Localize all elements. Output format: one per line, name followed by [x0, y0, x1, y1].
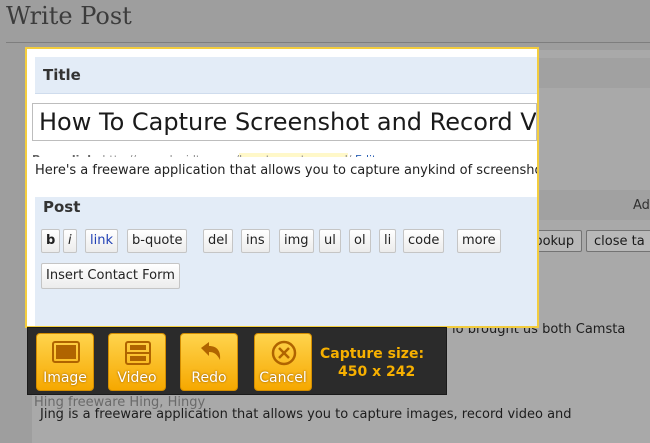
capture-size-label: Capture size:	[320, 346, 425, 362]
more-button[interactable]: more	[457, 229, 501, 253]
insert-contact-form-button[interactable]: Insert Contact Form	[41, 263, 180, 289]
img-button[interactable]: img	[279, 229, 314, 253]
capture-video-button[interactable]: Video	[108, 333, 166, 391]
capture-image-button[interactable]: Image	[36, 333, 94, 391]
dimmed-title-bar	[536, 58, 650, 88]
redo-button[interactable]: Redo	[180, 333, 238, 391]
post-content-textarea[interactable]: Here's a freeware application that allow…	[27, 157, 537, 197]
post-label: Post	[43, 198, 81, 216]
video-button-label: Video	[117, 370, 157, 386]
italic-button[interactable]: i	[63, 229, 77, 253]
post-section: Post b i link b-quote del ins img ul ol …	[35, 189, 537, 326]
del-button[interactable]: del	[203, 229, 233, 253]
capture-toolbar: Image Video Redo Cancel Capture size: 45…	[27, 327, 447, 395]
redo-icon	[201, 342, 221, 360]
cancel-button-label: Cancel	[259, 370, 307, 386]
link-button[interactable]: link	[85, 229, 118, 253]
ol-button[interactable]: ol	[349, 229, 371, 253]
video-icon	[125, 341, 151, 365]
dimmed-add-label: Ad	[633, 198, 650, 213]
cancel-button[interactable]: Cancel	[254, 333, 312, 391]
title-label: Title	[43, 66, 81, 84]
blockquote-button[interactable]: b-quote	[127, 229, 188, 253]
ins-button[interactable]: ins	[241, 229, 270, 253]
code-button[interactable]: code	[403, 229, 445, 253]
close-tags-button[interactable]: close ta	[586, 230, 650, 252]
capture-selection-region[interactable]: Title How To Capture Screenshot and Reco…	[25, 47, 539, 328]
page-title: Write Post	[6, 2, 132, 30]
heading-divider	[6, 42, 650, 43]
cancel-icon	[271, 340, 297, 366]
ul-button[interactable]: ul	[319, 229, 341, 253]
bold-button[interactable]: b	[41, 229, 61, 253]
title-section-header: Title	[35, 57, 537, 94]
image-button-label: Image	[43, 370, 87, 386]
capture-size-value: 450 x 242	[338, 364, 416, 380]
post-title-input[interactable]: How To Capture Screenshot and Record Vid…	[32, 103, 537, 141]
dimmed-post-text-line-3: Hing freeware Hing, Hingy	[34, 395, 206, 410]
redo-button-label: Redo	[191, 370, 227, 386]
image-icon	[52, 341, 80, 363]
li-button[interactable]: li	[379, 229, 397, 253]
